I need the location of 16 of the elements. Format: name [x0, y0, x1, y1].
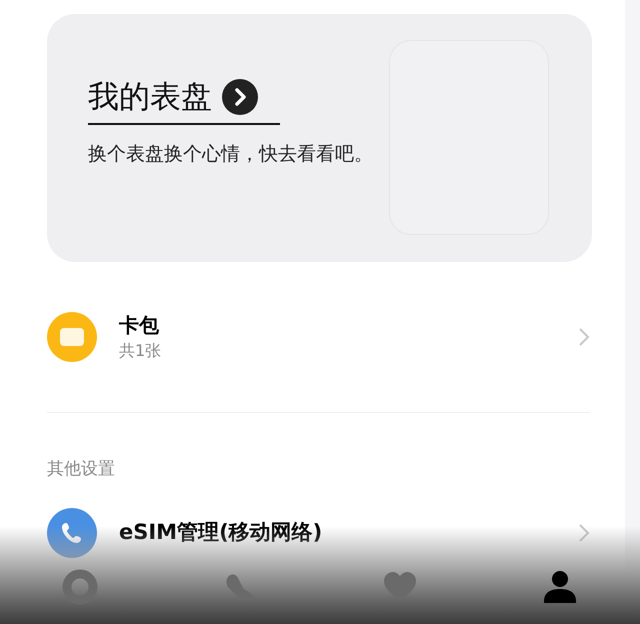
settings-row[interactable]: eSIM管理(移动网络)	[47, 503, 592, 563]
watch-face-card[interactable]: 我的表盘 换个表盘换个心情，快去看看吧。	[47, 14, 592, 262]
phone-icon	[47, 508, 97, 558]
chevron-right-icon	[578, 327, 590, 347]
person-icon[interactable]	[542, 569, 578, 605]
arrow-right-icon[interactable]	[222, 79, 258, 115]
wallet-title: 卡包	[119, 312, 160, 339]
chevron-right-icon	[578, 523, 590, 543]
section-header: 其他设置	[47, 458, 116, 481]
wallet-row[interactable]: 卡包 共1张	[47, 262, 592, 412]
watch-face-description: 换个表盘换个心情，快去看看吧。	[88, 142, 373, 167]
wallet-subtitle: 共1张	[119, 340, 162, 362]
ring-icon[interactable]	[62, 569, 98, 605]
wallet-icon	[47, 312, 97, 362]
settings-row-title: eSIM管理(移动网络)	[119, 519, 322, 546]
watch-face-title: 我的表盘	[88, 78, 212, 117]
